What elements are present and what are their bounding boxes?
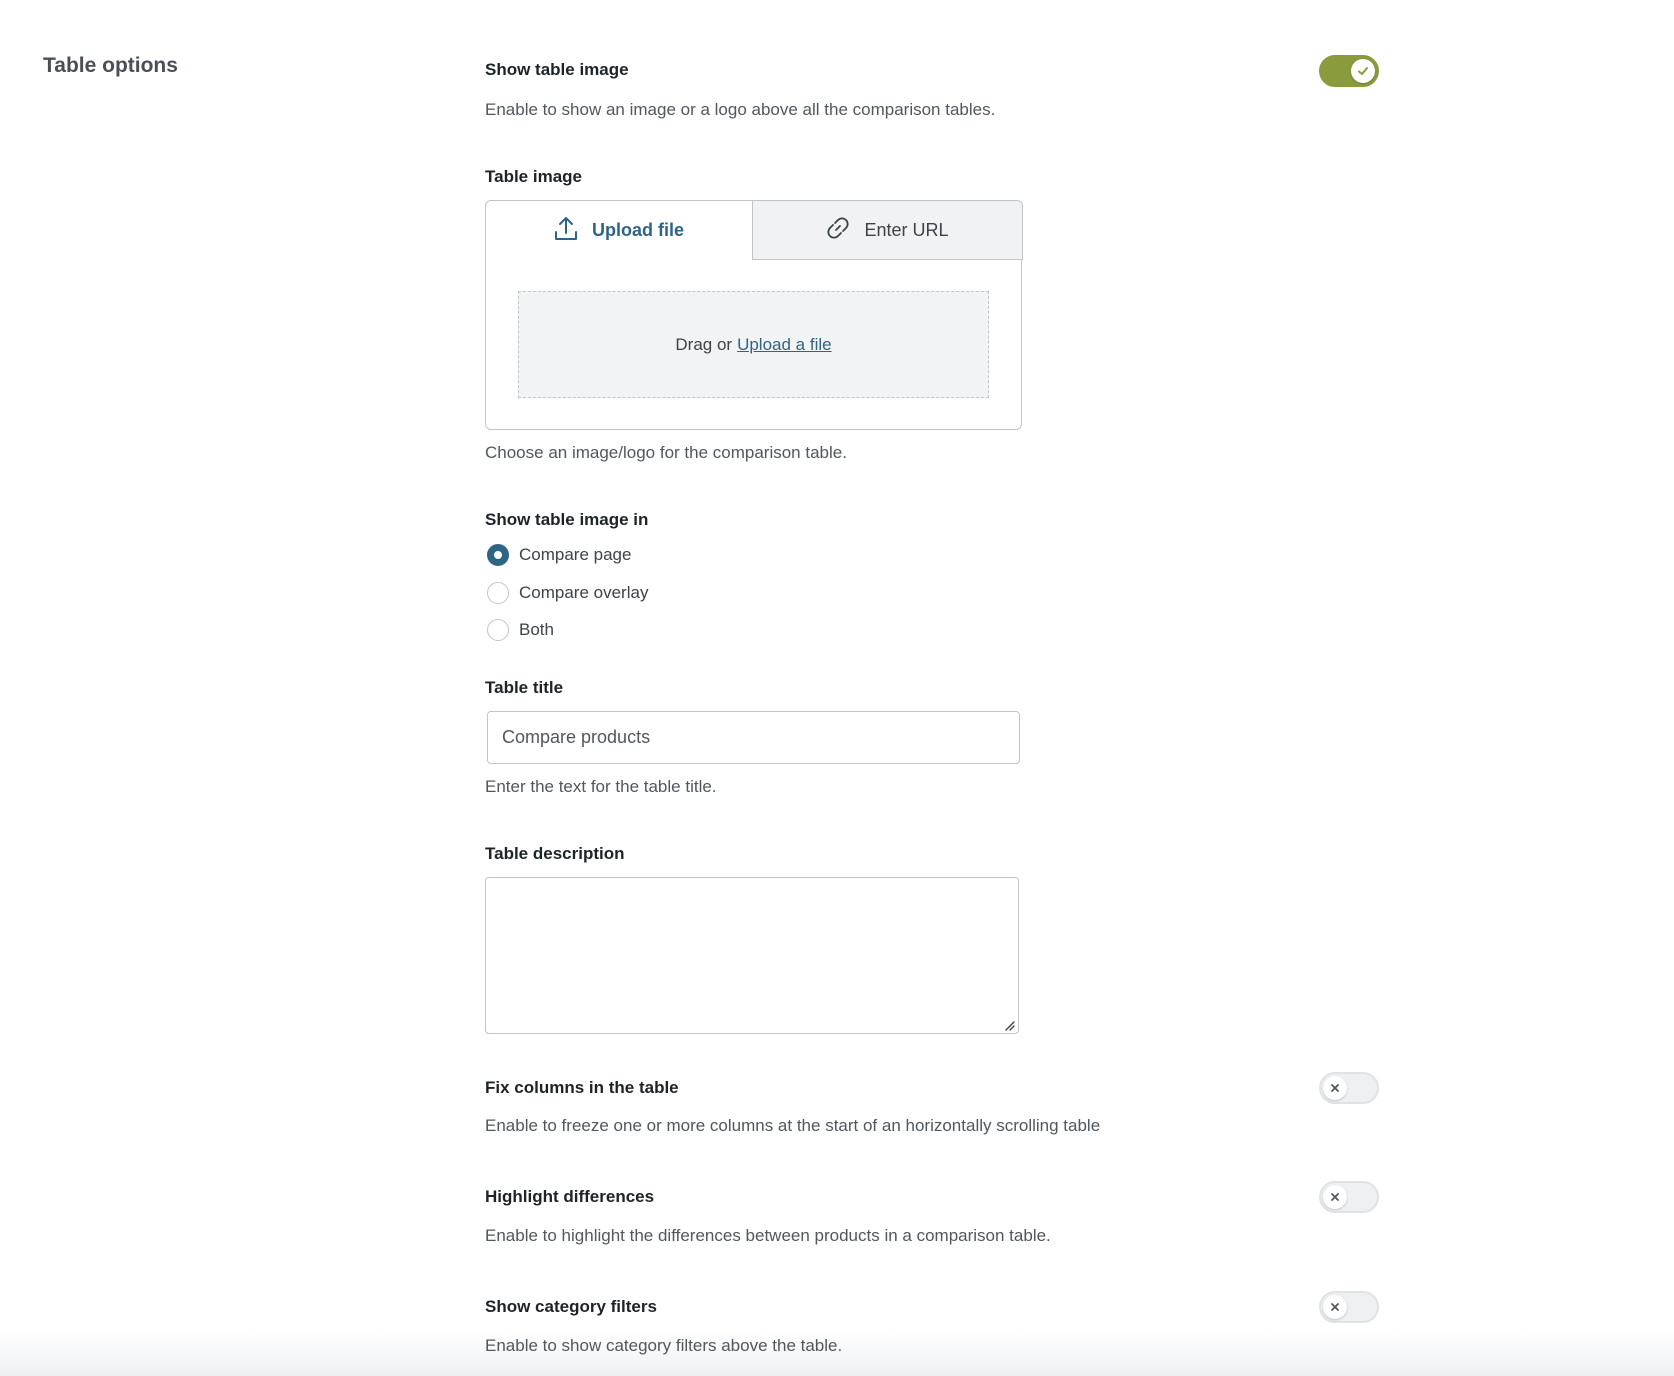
upload-icon: [554, 215, 578, 246]
table-description-label: Table description: [485, 844, 625, 863]
tab-upload-file-label: Upload file: [591, 220, 684, 240]
radio-compare-overlay[interactable]: [487, 582, 509, 604]
highlight-differences-toggle[interactable]: [1319, 1181, 1379, 1213]
category-filters-label: Show category filters: [485, 1297, 657, 1316]
close-icon: [1323, 1295, 1347, 1319]
tab-enter-url-label: Enter URL: [864, 219, 949, 240]
radio-both[interactable]: [487, 619, 509, 641]
show-table-image-description: Enable to show an image or a logo above …: [485, 100, 996, 119]
table-image-label: Table image: [485, 167, 582, 186]
section-title: Table options: [43, 54, 178, 77]
highlight-differences-description: Enable to highlight the differences betw…: [485, 1226, 1051, 1245]
table-title-input[interactable]: [487, 711, 1020, 764]
radio-label: Compare page: [519, 545, 632, 564]
show-image-in-label: Show table image in: [485, 510, 649, 529]
link-icon: [826, 216, 850, 245]
tab-upload-file[interactable]: Upload file: [486, 201, 752, 260]
tab-enter-url[interactable]: Enter URL: [752, 200, 1023, 260]
radio-label: Both: [519, 620, 554, 639]
highlight-differences-label: Highlight differences: [485, 1187, 655, 1206]
table-image-uploader: Upload file Enter URL Drag or Upload a f…: [485, 200, 1023, 430]
show-table-image-label: Show table image: [485, 60, 629, 79]
close-icon: [1323, 1076, 1347, 1100]
fix-columns-label: Fix columns in the table: [485, 1078, 679, 1097]
dropzone-text: Drag or: [675, 334, 733, 354]
show-table-image-toggle[interactable]: [1319, 55, 1379, 87]
radio-option-compare-page[interactable]: Compare page: [487, 544, 631, 566]
radio-option-both[interactable]: Both: [487, 619, 554, 641]
table-title-label: Table title: [485, 678, 564, 697]
resize-grip-icon[interactable]: [1003, 1018, 1015, 1031]
upload-file-link[interactable]: Upload a file: [737, 335, 832, 355]
category-filters-description: Enable to show category filters above th…: [485, 1336, 843, 1355]
radio-compare-page[interactable]: [487, 544, 509, 566]
fix-columns-description: Enable to freeze one or more columns at …: [485, 1116, 1101, 1135]
radio-label: Compare overlay: [519, 583, 649, 602]
table-title-description: Enter the text for the table title.: [485, 777, 717, 796]
close-icon: [1323, 1185, 1347, 1209]
check-icon: [1351, 59, 1375, 83]
radio-option-compare-overlay[interactable]: Compare overlay: [487, 582, 648, 604]
table-description-textarea[interactable]: [485, 877, 1019, 1034]
category-filters-toggle[interactable]: [1319, 1291, 1379, 1323]
file-dropzone[interactable]: Drag or Upload a file: [518, 291, 989, 398]
fix-columns-toggle[interactable]: [1319, 1072, 1379, 1104]
table-image-description: Choose an image/logo for the comparison …: [485, 443, 847, 462]
